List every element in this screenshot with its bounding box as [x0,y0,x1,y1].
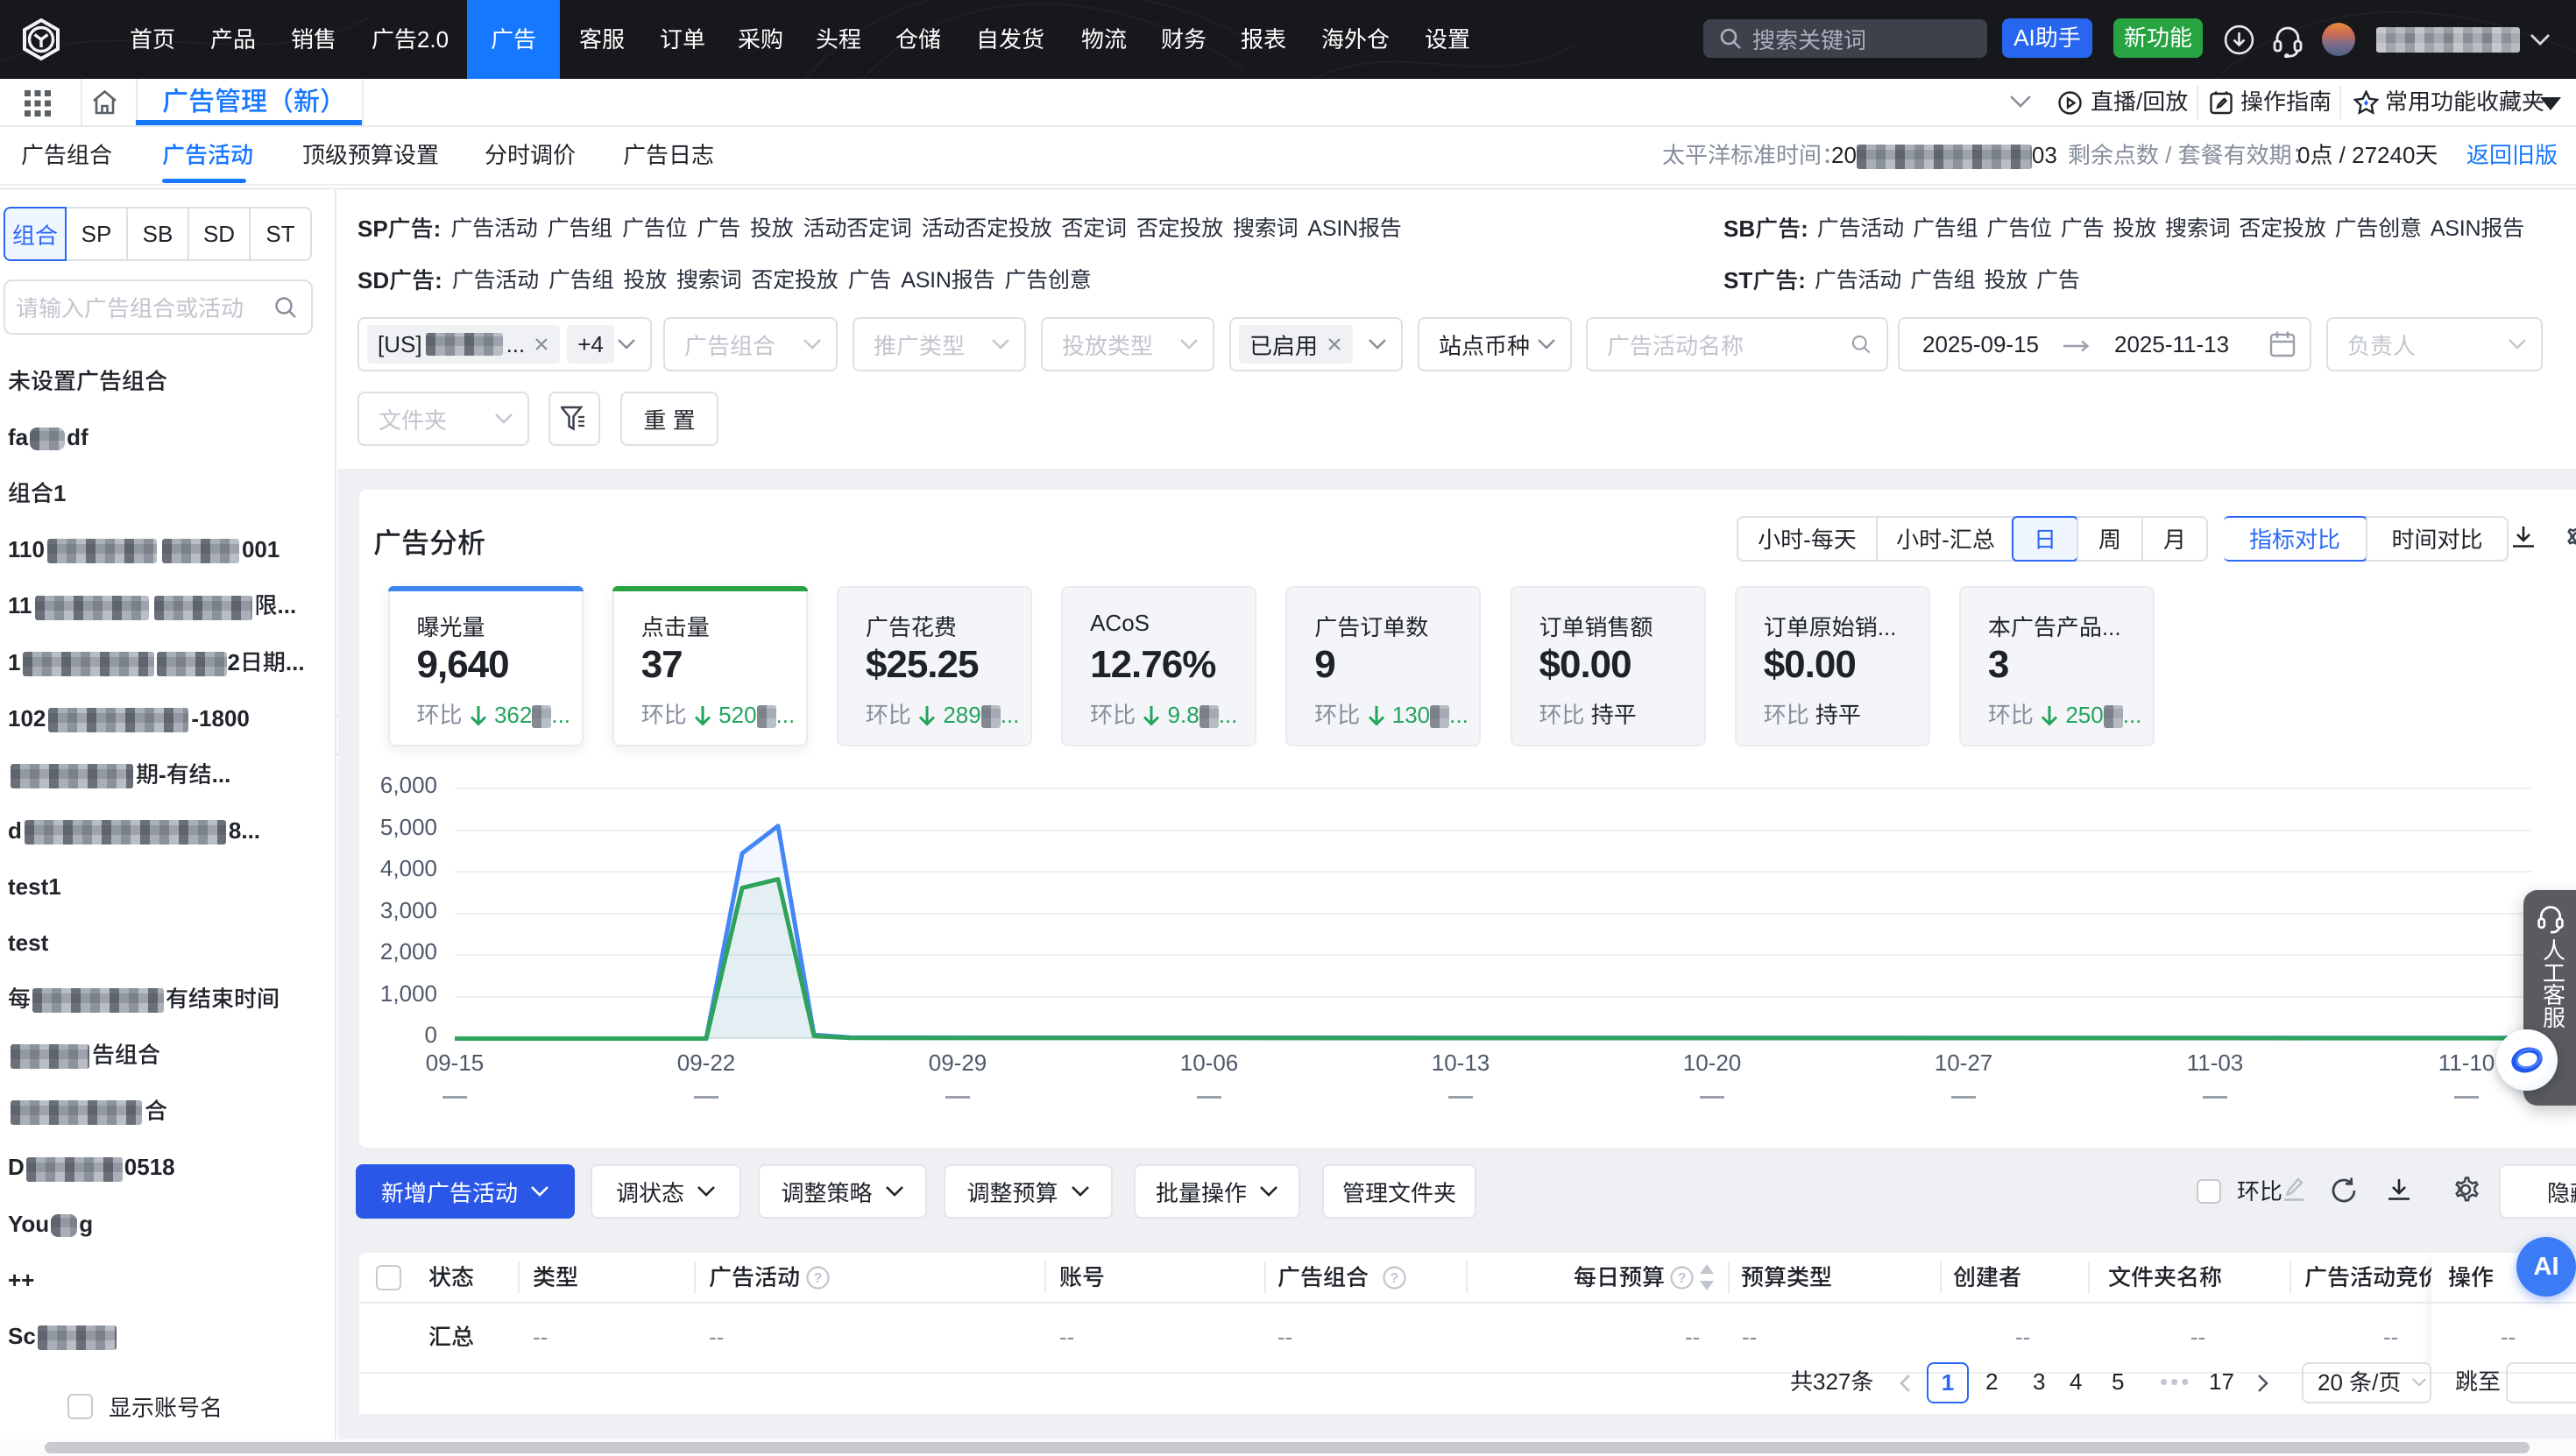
svg-text:?: ? [1678,1271,1687,1286]
svg-text:?: ? [814,1271,823,1286]
svg-text:?: ? [1391,1271,1399,1286]
